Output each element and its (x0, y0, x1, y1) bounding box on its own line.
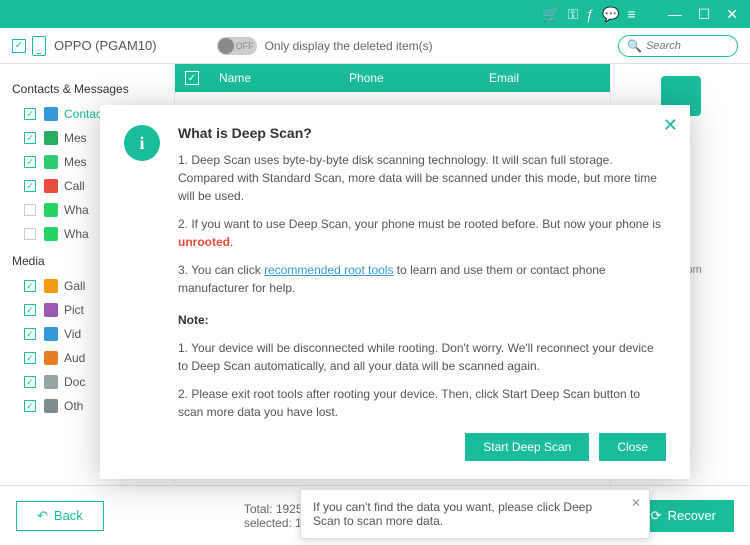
list-header: ✓ Name Phone Email (175, 64, 610, 92)
device-checkbox[interactable]: ✓ (12, 39, 26, 53)
modal-p2: 2. If you want to use Deep Scan, your ph… (178, 215, 666, 251)
search-icon: 🔍 (627, 39, 642, 53)
item-checkbox[interactable]: ✓ (24, 108, 36, 120)
item-label: Gall (64, 279, 85, 293)
refresh-icon: ⟳ (651, 508, 662, 524)
wrench-icon[interactable]: ƒ (586, 6, 594, 22)
item-label: Aud (64, 351, 85, 365)
item-label: Vid (64, 327, 81, 341)
category-icon (44, 375, 58, 389)
item-label: Oth (64, 399, 83, 413)
category-icon (44, 351, 58, 365)
modal-close-icon[interactable]: ✕ (663, 115, 678, 136)
phone-icon (32, 36, 46, 56)
item-checkbox[interactable]: ✓ (24, 228, 36, 240)
item-checkbox[interactable]: ✓ (24, 204, 36, 216)
menu-icon[interactable]: ≡ (628, 6, 636, 22)
back-arrow-icon: ↶ (37, 508, 48, 524)
category-icon (44, 227, 58, 241)
close-window-button[interactable]: ✕ (722, 6, 742, 23)
category-icon (44, 327, 58, 341)
category-icon (44, 107, 58, 121)
modal-close-button[interactable]: Close (599, 433, 666, 461)
minimize-button[interactable]: — (664, 6, 686, 22)
key-icon[interactable]: ⚿ (568, 6, 579, 23)
info-icon: i (124, 125, 160, 161)
item-checkbox[interactable]: ✓ (24, 376, 36, 388)
item-checkbox[interactable]: ✓ (24, 328, 36, 340)
section-contacts: Contacts & Messages (12, 82, 174, 96)
titlebar: 🛒 ⚿ ƒ 💬 ≡ — ☐ ✕ (0, 0, 750, 28)
col-name[interactable]: Name (219, 71, 349, 85)
category-icon (44, 131, 58, 145)
tooltip-text: If you can't find the data you want, ple… (313, 500, 592, 528)
toolbar: ✓ OPPO (PGAM10) OFF Only display the del… (0, 28, 750, 64)
item-label: Pict (64, 303, 84, 317)
item-label: Wha (64, 227, 89, 241)
search-box[interactable]: 🔍 (618, 35, 738, 57)
item-label: Mes (64, 131, 87, 145)
item-checkbox[interactable]: ✓ (24, 180, 36, 192)
item-checkbox[interactable]: ✓ (24, 400, 36, 412)
unrooted-text: unrooted (178, 235, 230, 249)
item-checkbox[interactable]: ✓ (24, 156, 36, 168)
category-icon (44, 179, 58, 193)
item-label: Mes (64, 155, 87, 169)
chat-icon[interactable]: 💬 (602, 6, 619, 23)
toggle-label: Only display the deleted item(s) (265, 39, 433, 53)
select-all-checkbox[interactable]: ✓ (185, 71, 199, 85)
root-tools-link[interactable]: recommended root tools (264, 263, 393, 277)
item-label: Call (64, 179, 85, 193)
modal-p1: 1. Deep Scan uses byte-by-byte disk scan… (178, 151, 666, 205)
item-checkbox[interactable]: ✓ (24, 304, 36, 316)
category-icon (44, 203, 58, 217)
col-email[interactable]: Email (489, 71, 610, 85)
tooltip-close-icon[interactable]: ✕ (631, 496, 641, 510)
item-checkbox[interactable]: ✓ (24, 280, 36, 292)
search-input[interactable] (646, 40, 726, 52)
category-icon (44, 399, 58, 413)
category-icon (44, 279, 58, 293)
note-1: 1. Your device will be disconnected whil… (178, 339, 666, 375)
category-icon (44, 303, 58, 317)
start-deep-scan-button[interactable]: Start Deep Scan (465, 433, 589, 461)
deep-scan-tooltip: ✕ If you can't find the data you want, p… (300, 489, 650, 539)
item-label: Wha (64, 203, 89, 217)
note-2: 2. Please exit root tools after rooting … (178, 385, 666, 421)
deleted-toggle[interactable]: OFF (217, 37, 257, 55)
item-checkbox[interactable]: ✓ (24, 132, 36, 144)
modal-p3: 3. You can click recommended root tools … (178, 261, 666, 297)
category-icon (44, 155, 58, 169)
maximize-button[interactable]: ☐ (694, 6, 715, 23)
note-heading: Note: (178, 311, 666, 329)
item-label: Doc (64, 375, 85, 389)
col-phone[interactable]: Phone (349, 71, 489, 85)
device-name: OPPO (PGAM10) (54, 38, 157, 53)
deep-scan-modal: ✕ i What is Deep Scan? 1. Deep Scan uses… (100, 105, 690, 479)
modal-title: What is Deep Scan? (178, 125, 666, 141)
back-button[interactable]: ↶Back (16, 501, 104, 531)
cart-icon[interactable]: 🛒 (542, 6, 559, 23)
item-checkbox[interactable]: ✓ (24, 352, 36, 364)
